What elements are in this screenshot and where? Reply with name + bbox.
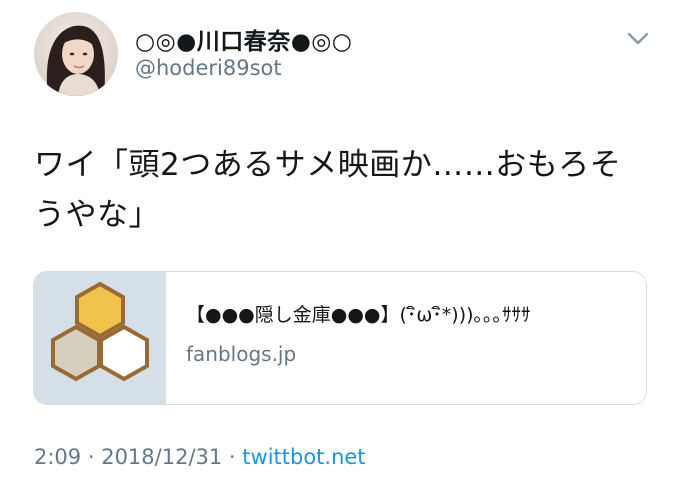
card-domain: fanblogs.jp (186, 342, 297, 366)
meta-separator: · (81, 445, 102, 469)
display-name[interactable]: ○◎●川口春奈●◎○ (135, 22, 352, 56)
tweet-meta: 2:09 · 2018/12/31 · twittbot.net (34, 445, 366, 469)
card-thumbnail (34, 272, 166, 404)
avatar[interactable] (34, 12, 118, 96)
chevron-down-icon[interactable] (626, 30, 650, 48)
user-handle[interactable]: @hoderi89sot (135, 56, 282, 80)
tweet-source-link[interactable]: twittbot.net (242, 445, 365, 469)
tweet-time[interactable]: 2:09 (34, 445, 81, 469)
card-title[interactable]: 【●●●隠し金庫●●●】(･ิω･ิ*)))｡｡｡ｻｻｻ (186, 300, 531, 330)
meta-separator-2: · (222, 445, 243, 469)
tweet-text: ワイ「頭2つあるサメ映画か……おもろそうやな」 (34, 147, 622, 233)
tweet-date[interactable]: 2018/12/31 (101, 445, 222, 469)
honeycomb-icon (51, 281, 149, 382)
tweet: ○◎●川口春奈●◎○ @hoderi89sot ワイ「頭2つあるサメ映画か……お… (0, 0, 680, 497)
avatar-photo (34, 12, 118, 96)
link-card[interactable]: 【●●●隠し金庫●●●】(･ิω･ิ*)))｡｡｡ｻｻｻ fanblogs.jp (33, 271, 647, 405)
